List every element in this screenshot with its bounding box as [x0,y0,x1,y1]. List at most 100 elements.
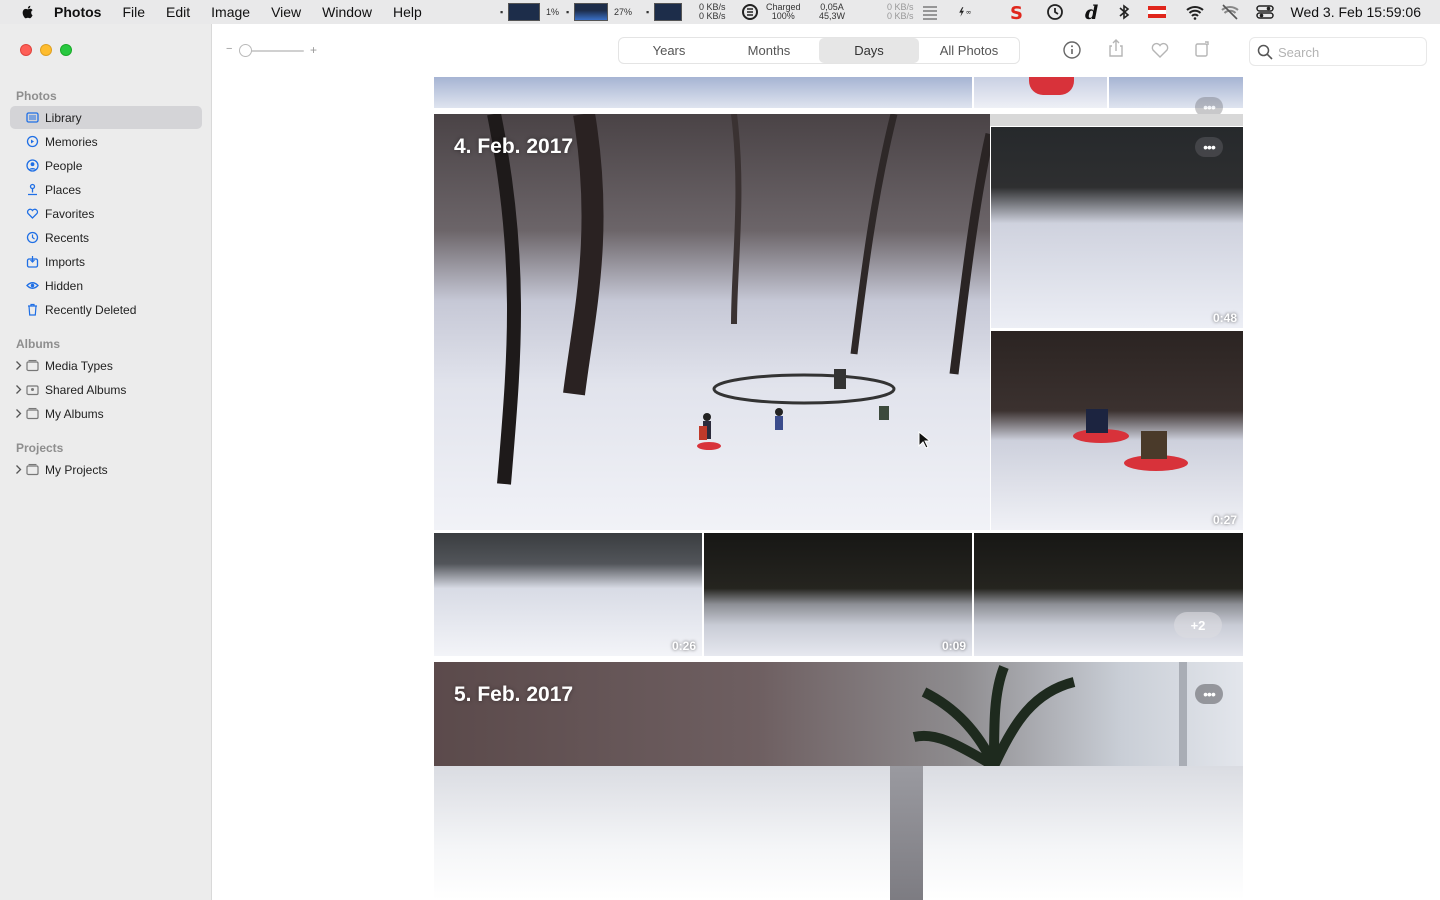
menu-edit[interactable]: Edit [166,4,190,20]
menu-image[interactable]: Image [211,4,250,20]
snow-park-scene [487,114,990,485]
sidebar-item-label: Recents [45,230,90,245]
bluetooth-icon[interactable] [1115,3,1133,21]
video-tile[interactable]: 0:26 [434,533,702,656]
photo-tile[interactable] [434,766,890,900]
chevron-right-icon[interactable] [14,384,23,395]
tab-years[interactable]: Years [619,38,719,63]
favorite-heart-icon[interactable] [1150,40,1170,60]
sidebar-item-library[interactable]: Library [10,106,202,129]
view-segmented-control: Years Months Days All Photos [618,37,1020,64]
hero-photo[interactable] [434,114,990,530]
power-watts: 45,3W [819,11,846,21]
dictionary-icon[interactable]: d [1083,3,1101,21]
more-options-button[interactable]: ••• [1195,684,1223,704]
gpu-percent: 27% [614,6,633,17]
sidebar-item-label: People [45,158,83,173]
day-title[interactable]: 4. Feb. 2017 [454,135,573,159]
menu-view[interactable]: View [271,4,301,20]
sidebar-item-my-projects[interactable]: My Projects [10,458,202,481]
apple-icon[interactable] [20,4,36,20]
more-options-button[interactable]: ••• [1195,137,1223,157]
eye-icon [26,282,39,289]
zoom-slider-track[interactable] [244,50,304,52]
share-icon[interactable] [1106,38,1126,58]
video-tile[interactable]: 0:48 [991,127,1243,328]
photo-tile[interactable] [890,766,923,900]
sidebar-item-media-types[interactable]: Media Types [10,354,202,377]
day-header-photo[interactable] [434,662,1243,766]
sidebar-item-recently-deleted[interactable]: Recently Deleted [10,298,202,321]
chevron-right-icon[interactable] [14,360,23,371]
network-monitor-2[interactable]: 0 KB/s 0 KB/s [887,0,914,24]
input-source-flag-icon[interactable] [1148,3,1166,21]
menubar-clock[interactable]: Wed 3. Feb 15:59:06 [1291,4,1422,20]
disk-icon[interactable] [921,3,939,21]
chevron-right-icon[interactable] [14,464,23,475]
cpu-monitor[interactable]: ▪ 1% [500,0,559,24]
photo-tile[interactable] [923,766,1243,900]
photo-tile[interactable] [1109,77,1243,108]
zoom-slider-knob[interactable] [239,44,252,57]
sidebar-item-memories[interactable]: Memories [10,130,202,153]
search-field[interactable] [1249,37,1427,66]
video-tile[interactable]: 0:09 [704,533,972,656]
tab-days[interactable]: Days [819,38,919,63]
network-monitor[interactable]: 0 KB/s 0 KB/s [699,0,726,24]
day-title[interactable]: 5. Feb. 2017 [454,683,573,707]
sidebar-item-shared-albums[interactable]: Shared Albums [10,378,202,401]
sidebar-item-label: Memories [45,134,98,149]
video-duration: 0:27 [1212,513,1237,527]
app-menu[interactable]: Photos [54,4,101,20]
wifi-off-icon[interactable] [1221,3,1239,21]
video-tile[interactable]: 0:27 [991,331,1243,530]
menu-window[interactable]: Window [322,4,372,20]
sidebar-item-places[interactable]: Places [10,178,202,201]
mouse-cursor [918,431,930,449]
wifi-icon[interactable] [1186,3,1204,21]
lightning-infinity-icon[interactable]: ∞ [958,3,976,21]
trash-icon [28,303,37,316]
battery-icon[interactable] [741,3,759,21]
photo-tile[interactable] [434,77,972,108]
memory-label-icon: ▪ [646,6,650,17]
zoom-window-button[interactable] [60,44,72,56]
more-photos-badge[interactable]: +2 [1174,612,1222,638]
gpu-monitor[interactable]: ▪ 27% [566,0,632,24]
sidebar-item-people[interactable]: People [10,154,202,177]
power-monitor[interactable]: 0,05A 45,3W [819,0,845,24]
rotate-icon[interactable] [1193,38,1213,58]
tab-months[interactable]: Months [719,38,819,63]
folder-icon [26,407,39,420]
video-duration: 0:26 [671,639,696,653]
gpu-graph [574,3,608,21]
time-machine-icon[interactable] [1046,3,1064,21]
zoom-out-icon[interactable]: − [226,43,232,55]
heart-icon [26,208,39,219]
sidebar-item-hidden[interactable]: Hidden [10,274,202,297]
info-icon[interactable] [1062,40,1082,60]
svg-text:d: d [1085,3,1098,21]
toolbar: − + Years Months Days All Photos [212,24,1440,77]
sidebar-item-recents[interactable]: Recents [10,226,202,249]
photo-tile[interactable] [974,77,1107,108]
battery-monitor[interactable]: Charged 100% [766,0,801,24]
search-input[interactable] [1278,43,1418,61]
memory-monitor[interactable]: ▪ [646,0,682,24]
chevron-right-icon[interactable] [14,408,23,419]
control-center-icon[interactable] [1256,3,1274,21]
zoom-in-icon[interactable]: + [310,43,317,57]
sidebar-item-my-albums[interactable]: My Albums [10,402,202,425]
photo-tile[interactable]: +2 [974,533,1243,656]
menu-help[interactable]: Help [393,4,422,20]
sidebar-item-favorites[interactable]: Favorites [10,202,202,225]
close-window-button[interactable] [20,44,32,56]
sidebar-header-albums: Albums [16,337,61,351]
menu-file[interactable]: File [122,4,145,20]
s-app-icon[interactable]: S [1008,3,1026,21]
tab-all-photos[interactable]: All Photos [919,38,1019,63]
sledding-scene [1073,409,1188,471]
import-icon [26,256,39,268]
sidebar-item-imports[interactable]: Imports [10,250,202,273]
minimize-window-button[interactable] [40,44,52,56]
